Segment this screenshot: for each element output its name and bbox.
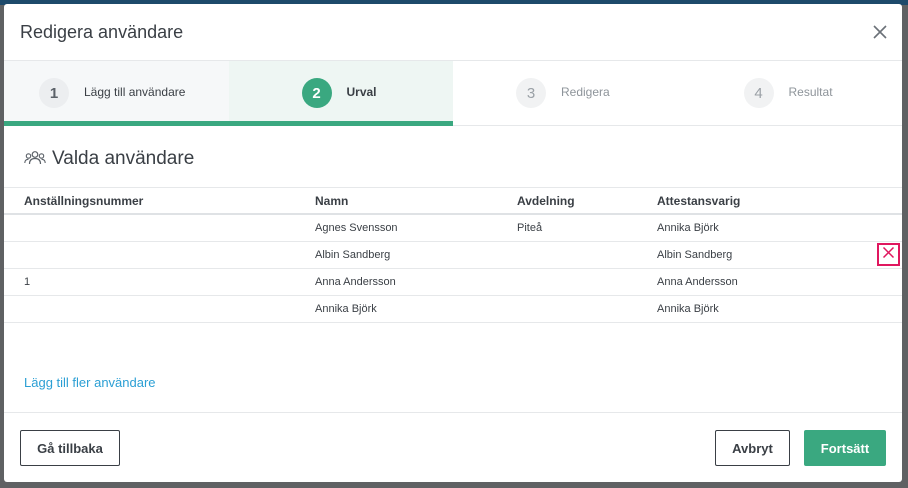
cancel-button[interactable]: Avbryt: [715, 430, 790, 466]
section-title: Valda användare: [52, 148, 195, 169]
close-icon: [882, 246, 895, 264]
cell-name: Annika Björk: [315, 303, 377, 315]
cell-approver: Albin Sandberg: [657, 249, 733, 261]
cell-name: Agnes Svensson: [315, 222, 398, 234]
cell-name: Anna Andersson: [315, 276, 396, 288]
step-label: Resultat: [788, 85, 833, 99]
column-header-approver[interactable]: Attestansvarig: [657, 194, 740, 208]
cell-approver: Anna Andersson: [657, 276, 738, 288]
close-icon: [868, 20, 892, 44]
add-more-users-link[interactable]: Lägg till fler användare: [24, 375, 156, 390]
step-number: 4: [743, 78, 774, 108]
step-1[interactable]: 1 Lägg till användare: [4, 61, 229, 125]
dialog-title: Redigera användare: [20, 22, 184, 42]
cell-approver: Annika Björk: [657, 303, 719, 315]
step-2[interactable]: 2 Urval: [228, 61, 453, 125]
close-button[interactable]: [868, 20, 892, 44]
table-row: Annika Björk Annika Björk: [4, 296, 902, 323]
cell-employee-number: 1: [24, 276, 31, 288]
remove-row-button[interactable]: [877, 243, 900, 266]
users-icon: [24, 150, 46, 171]
table-row: 1 Anna Andersson Anna Andersson: [4, 269, 902, 296]
column-header-department[interactable]: Avdelning: [517, 194, 575, 208]
table-row: Albin Sandberg Albin Sandberg: [4, 242, 902, 269]
continue-button[interactable]: Fortsätt: [804, 430, 886, 466]
step-progress-bar: [4, 121, 453, 126]
step-number: 3: [516, 78, 546, 108]
selected-users-table: Anställningsnummer Namn Avdelning Attest…: [4, 187, 902, 323]
column-header-employee-number[interactable]: Anställningsnummer: [24, 194, 143, 208]
step-number: 1: [39, 78, 69, 108]
table-header: Anställningsnummer Namn Avdelning Attest…: [4, 187, 902, 215]
step-3: 3 Redigera: [453, 61, 678, 125]
wizard-steps: 1 Lägg till användare 2 Urval 3 Redigera…: [4, 60, 902, 126]
table-row: Agnes Svensson Piteå Annika Björk: [4, 215, 902, 242]
dialog-header: Redigera användare: [4, 4, 902, 60]
cell-department: Piteå: [517, 222, 543, 234]
step-label: Urval: [346, 85, 377, 99]
cell-name: Albin Sandberg: [315, 249, 391, 261]
cell-approver: Annika Björk: [657, 222, 719, 234]
edit-users-dialog: Redigera användare 1 Lägg till användare…: [4, 4, 902, 482]
step-number: 2: [301, 78, 332, 108]
step-label: Redigera: [561, 85, 610, 99]
dialog-footer: Gå tillbaka Avbryt Fortsätt: [4, 412, 902, 482]
back-button[interactable]: Gå tillbaka: [20, 430, 120, 466]
column-header-name[interactable]: Namn: [315, 194, 348, 208]
step-4: 4 Resultat: [678, 61, 903, 125]
step-label: Lägg till användare: [84, 85, 186, 99]
